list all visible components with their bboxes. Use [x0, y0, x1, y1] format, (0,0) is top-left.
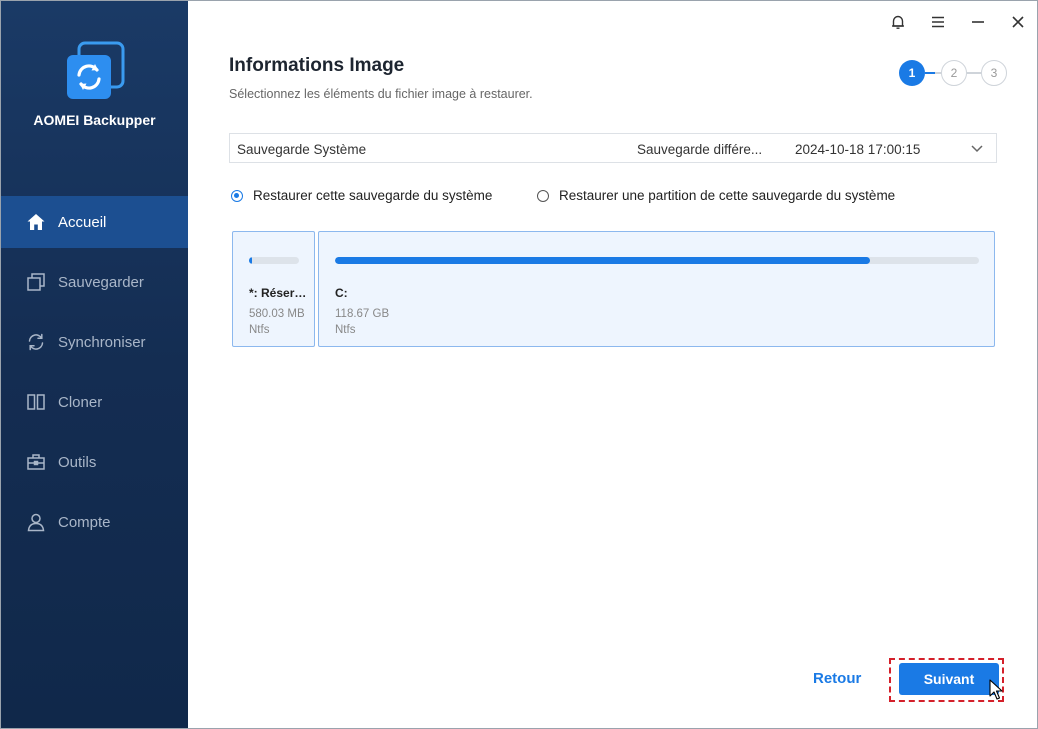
sidebar-item-label: Compte: [58, 513, 111, 531]
sidebar-item-label: Cloner: [58, 393, 103, 411]
sidebar: AOMEI Backupper Accueil Sauvegarder Sync…: [1, 1, 188, 728]
radio-checked[interactable]: [231, 189, 243, 202]
partition-size: 118.67 GB: [335, 308, 390, 320]
menu-button[interactable]: [927, 11, 949, 33]
sidebar-item-label: Accueil: [58, 213, 107, 231]
partition-usage-bar: [335, 257, 979, 264]
step-indicator: 1 2 3: [899, 59, 1007, 87]
disk-map: *: Réservé... 580.03 MB Ntfs C: 118.67 G…: [229, 229, 997, 349]
step-connector: [967, 72, 981, 74]
minimize-icon: [972, 21, 984, 23]
partition-reserved[interactable]: *: Réservé... 580.03 MB Ntfs: [232, 231, 315, 347]
page-title: Informations Image: [229, 55, 405, 76]
bell-icon: [892, 15, 904, 29]
radio-unchecked[interactable]: [537, 189, 549, 202]
backup-type: Sauvegarde différe...: [637, 142, 763, 157]
close-icon: [1012, 16, 1024, 28]
next-button[interactable]: Suivant: [899, 663, 999, 695]
restore-partition-option[interactable]: Restaurer une partition de cette sauvega…: [537, 188, 895, 203]
app-window: AOMEI Backupper Accueil Sauvegarder Sync…: [0, 0, 1038, 729]
tools-icon: [24, 450, 48, 474]
backup-icon: [24, 270, 48, 294]
app-name: AOMEI Backupper: [33, 112, 156, 128]
partition-usage-fill: [335, 257, 870, 264]
sidebar-item-outils[interactable]: Outils: [1, 436, 188, 488]
backup-date: 2024-10-18 17:00:15: [795, 142, 921, 157]
partition-usage-fill: [249, 257, 252, 264]
partition-name: C:: [335, 286, 348, 300]
back-button[interactable]: Retour: [813, 670, 861, 687]
restore-system-option[interactable]: Restaurer cette sauvegarde du système: [231, 188, 492, 203]
home-icon: [24, 210, 48, 234]
sidebar-item-accueil[interactable]: Accueil: [1, 196, 188, 248]
partition-usage-bar: [249, 257, 299, 264]
step-2: 2: [941, 60, 967, 86]
clone-icon: [24, 390, 48, 414]
minimize-button[interactable]: [967, 11, 989, 33]
sidebar-item-cloner[interactable]: Cloner: [1, 376, 188, 428]
restore-partition-label: Restaurer une partition de cette sauvega…: [559, 188, 896, 203]
sync-icon: [24, 330, 48, 354]
step-1: 1: [899, 60, 925, 86]
sidebar-item-compte[interactable]: Compte: [1, 496, 188, 548]
restore-system-label: Restaurer cette sauvegarde du système: [253, 188, 493, 203]
partition-filesystem: Ntfs: [249, 324, 270, 336]
sidebar-item-label: Outils: [58, 453, 97, 471]
step-3: 3: [981, 60, 1007, 86]
aomei-logo-icon: [67, 41, 125, 99]
partition-name: *: Réservé...: [249, 286, 313, 300]
mouse-cursor-icon: [989, 679, 1003, 700]
menu-icon: [932, 16, 944, 28]
close-button[interactable]: [1007, 11, 1029, 33]
partition-size: 580.03 MB: [249, 308, 305, 320]
step-connector: [925, 72, 935, 74]
sidebar-item-label: Synchroniser: [58, 333, 146, 351]
user-icon: [24, 510, 48, 534]
sidebar-item-label: Sauvegarder: [58, 273, 144, 291]
page-subtitle: Sélectionnez les éléments du fichier ima…: [229, 87, 533, 101]
partition-c[interactable]: C: 118.67 GB Ntfs: [318, 231, 995, 347]
chevron-down-icon: [971, 145, 983, 153]
sidebar-item-sauvegarder[interactable]: Sauvegarder: [1, 256, 188, 308]
backup-select-dropdown[interactable]: Sauvegarde Système Sauvegarde différe...…: [229, 133, 997, 163]
sidebar-item-synchroniser[interactable]: Synchroniser: [1, 316, 188, 368]
partition-filesystem: Ntfs: [335, 324, 356, 336]
backup-name: Sauvegarde Système: [237, 142, 367, 157]
notification-button[interactable]: [887, 11, 909, 33]
